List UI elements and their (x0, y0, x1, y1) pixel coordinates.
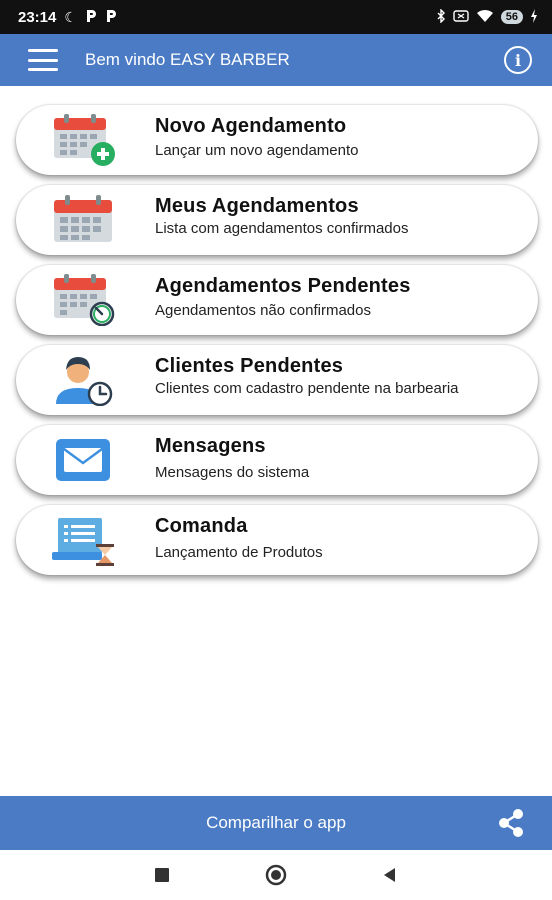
card-subtitle: Lista com agendamentos confirmados (155, 220, 409, 237)
p-notification-icon (105, 9, 117, 25)
bluetooth-icon (436, 7, 446, 26)
share-icon[interactable] (496, 808, 526, 838)
system-nav-bar (0, 850, 552, 900)
card-comanda[interactable]: Comanda Lançamento de Produtos (16, 505, 538, 575)
recents-icon[interactable] (151, 864, 173, 886)
moon-icon: ☾ (64, 9, 77, 25)
order-hourglass-icon (52, 518, 114, 566)
share-app-bar[interactable]: Comparilhar o app (0, 796, 552, 850)
charging-icon (530, 8, 538, 26)
calendar-clock-icon (54, 274, 115, 326)
info-icon[interactable]: i (504, 46, 532, 74)
card-title: Novo Agendamento (155, 115, 347, 137)
card-subtitle: Clientes com cadastro pendente na barbea… (155, 380, 459, 397)
card-subtitle: Agendamentos não confirmados (155, 302, 371, 319)
status-bar: 23:14 ☾ 56 (0, 0, 552, 34)
card-clientes-pendentes[interactable]: Clientes Pendentes Clientes com cadastro… (16, 345, 538, 415)
back-icon[interactable] (378, 864, 400, 886)
card-title: Meus Agendamentos (155, 195, 359, 217)
p-notification-icon (85, 9, 97, 25)
card-subtitle: Lançamento de Produtos (155, 544, 323, 561)
home-icon[interactable] (265, 864, 287, 886)
share-label: Comparilhar o app (206, 813, 346, 832)
card-subtitle: Mensagens do sistema (155, 464, 310, 481)
card-title: Agendamentos Pendentes (155, 275, 411, 297)
card-mensagens[interactable]: Mensagens Mensagens do sistema (16, 425, 538, 495)
envelope-icon (56, 439, 110, 481)
card-novo-agendamento[interactable]: Novo Agendamento Lançar um novo agendame… (16, 105, 538, 175)
status-time: 23:14 (18, 8, 57, 26)
card-agendamentos-pendentes[interactable]: Agendamentos Pendentes Agendamentos não … (16, 265, 538, 335)
card-title: Mensagens (155, 435, 266, 457)
battery-icon: 56 (500, 10, 523, 24)
app-title: Bem vindo EASY BARBER (85, 50, 290, 69)
calendar-icon (54, 195, 112, 242)
card-subtitle: Lançar um novo agendamento (155, 142, 359, 159)
user-clock-icon (56, 357, 113, 406)
card-title: Comanda (155, 515, 248, 537)
calendar-add-icon (54, 114, 115, 166)
card-title: Clientes Pendentes (155, 355, 344, 377)
app-bar: Bem vindo EASY BARBER i (0, 34, 552, 86)
card-meus-agendamentos[interactable]: Meus Agendamentos Lista com agendamentos… (16, 185, 538, 255)
hamburger-menu-icon[interactable] (28, 49, 58, 71)
sim-icon (453, 9, 469, 26)
wifi-icon (476, 9, 494, 26)
